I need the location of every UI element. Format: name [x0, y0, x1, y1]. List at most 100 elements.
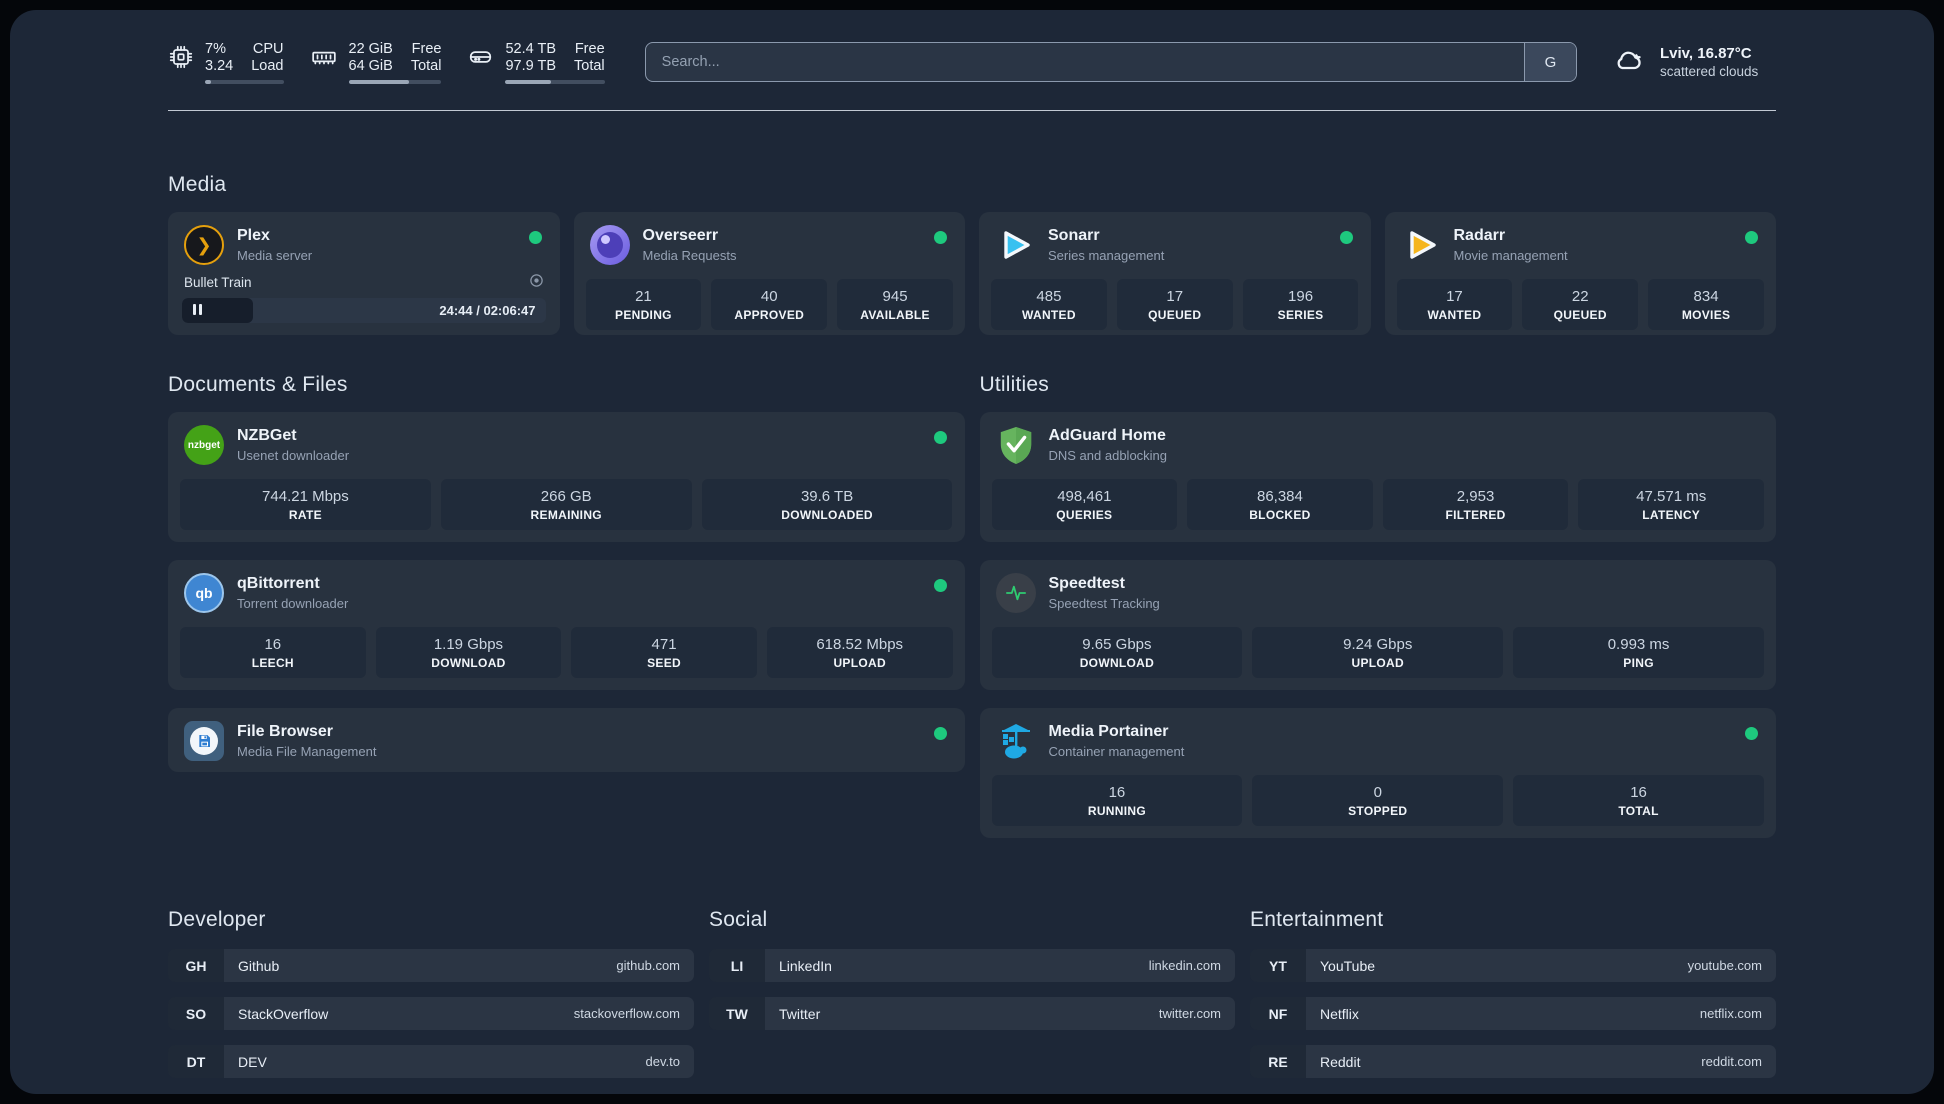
search-input[interactable] [644, 42, 1577, 82]
memory-free-label: Free [411, 40, 442, 57]
app-card-plex[interactable]: ❯ Plex Media server Bullet Train 24:44 /… [168, 212, 560, 335]
system-stats: 7% CPU 3.24 Load 22 GiB Free 64 GiB Tota… [168, 41, 605, 84]
radarr-icon [1401, 225, 1441, 265]
stat-stopped: 0 STOPPED [1252, 775, 1504, 826]
stat-total: 16 TOTAL [1513, 775, 1764, 826]
app-description: Usenet downloader [237, 448, 350, 463]
stat-upload: 9.24 Gbps UPLOAD [1252, 627, 1504, 678]
app-card-adguard[interactable]: AdGuard Home DNS and adblocking 498,461 Q… [979, 412, 1776, 542]
app-description: Torrent downloader [237, 596, 349, 611]
bookmark-abbr: TW [709, 997, 765, 1030]
app-card-filebrowser[interactable]: File Browser Media File Management [168, 708, 965, 772]
status-online-dot [933, 431, 947, 444]
app-description: Container management [1048, 744, 1185, 759]
bookmark-linkedin[interactable]: LI LinkedIn linkedin.com [709, 949, 1235, 982]
bookmark-twitter[interactable]: TW Twitter twitter.com [709, 997, 1235, 1030]
header-bar: 7% CPU 3.24 Load 22 GiB Free 64 GiB Tota… [168, 36, 1776, 88]
bookmark-netflix[interactable]: NF Netflix netflix.com [1250, 997, 1776, 1030]
app-card-portainer[interactable]: Media Portainer Container management 16 R… [979, 708, 1776, 838]
app-card-sonarr[interactable]: Sonarr Series management 485 WANTED 17 QUE… [979, 212, 1371, 335]
app-name: AdGuard Home [1048, 427, 1166, 444]
app-name: File Browser [237, 723, 334, 740]
disk-total-value: 97.9 TB [505, 57, 557, 74]
app-description: Speedtest Tracking [1048, 596, 1160, 611]
bookmark-youtube[interactable]: YT YouTube youtube.com [1250, 949, 1776, 982]
disk-icon [467, 41, 494, 75]
speedtest-icon [995, 573, 1036, 613]
disc-icon[interactable] [529, 273, 544, 291]
app-name: Sonarr [1048, 227, 1100, 244]
weather-widget: Lviv, 16.87°C scattered clouds [1611, 44, 1776, 81]
status-online-dot [1339, 231, 1353, 244]
stat-running: 16 RUNNING [991, 775, 1243, 826]
stat-download: 9.65 Gbps DOWNLOAD [991, 627, 1243, 678]
section-title-media: Media [168, 173, 227, 196]
dashboard-panel: 7% CPU 3.24 Load 22 GiB Free 64 GiB Tota… [10, 10, 1934, 1094]
bookmark-github[interactable]: GH Github github.com [168, 949, 694, 982]
app-card-speedtest[interactable]: Speedtest Speedtest Tracking 9.65 Gbps DO… [979, 560, 1776, 690]
app-name: Plex [237, 227, 270, 244]
stat-queued: 17 QUEUED [1116, 279, 1233, 330]
stat-approved: 40 APPROVED [711, 279, 828, 330]
stat-download: 1.19 Gbps DOWNLOAD [375, 627, 562, 678]
bookmark-abbr: NF [1250, 997, 1306, 1030]
cpu-load-label: Load [251, 57, 284, 74]
status-online-dot [1745, 727, 1758, 740]
stat-filtered: 2,953 FILTERED [1382, 479, 1569, 530]
memory-total-value: 64 GiB [348, 57, 393, 74]
disk-total-label: Total [574, 57, 605, 74]
stat-queries: 498,461 QUERIES [991, 479, 1178, 530]
app-card-radarr[interactable]: Radarr Movie management 17 WANTED 22 QUEUE… [1384, 212, 1776, 335]
disk-free-label: Free [574, 40, 605, 57]
playback-progress-bar[interactable]: 24:44 / 02:06:47 [182, 298, 546, 323]
disk-free-value: 52.4 TB [505, 40, 557, 57]
status-online-dot [934, 231, 947, 244]
bookmark-reddit[interactable]: RE Reddit reddit.com [1250, 1045, 1776, 1078]
header-divider [168, 110, 1776, 111]
weather-location: Lviv, 16.87°C [1660, 45, 1752, 62]
now-playing-widget: Bullet Train 24:44 / 02:06:47 [168, 273, 560, 335]
bookmark-abbr: YT [1250, 949, 1306, 982]
stat-wanted: 485 WANTED [991, 279, 1107, 330]
bookmark-dev[interactable]: DT DEV dev.to [168, 1045, 694, 1078]
app-name: Radarr [1453, 227, 1506, 244]
section-title-entertainment: Entertainment [1250, 908, 1384, 931]
app-name: Overseerr [642, 227, 719, 244]
app-card-qbittorrent[interactable]: qb qBittorrent Torrent downloader 16 LEEC… [168, 560, 965, 690]
bookmark-stackoverflow[interactable]: SO StackOverflow stackoverflow.com [168, 997, 694, 1030]
section-title-social: Social [709, 908, 768, 931]
cpu-usage-value: 7% [205, 40, 226, 57]
memory-icon [310, 41, 338, 75]
bookmark-abbr: RE [1250, 1045, 1306, 1078]
section-title-utilities: Utilities [979, 373, 1049, 396]
stat-series: 196 SERIES [1242, 279, 1359, 330]
status-online-dot [933, 579, 947, 592]
stat-leech: 16 LEECH [180, 627, 366, 678]
app-name: Media Portainer [1048, 723, 1169, 740]
cpu-load-value: 3.24 [205, 57, 234, 74]
bookmark-abbr: DT [168, 1045, 224, 1078]
section-title-documents: Documents & Files [168, 373, 348, 396]
disk-stat-widget: 52.4 TB Free 97.9 TB Total [467, 40, 605, 84]
app-description: DNS and adblocking [1048, 448, 1168, 463]
memory-progress-bar [348, 79, 442, 84]
app-description: Series management [1048, 248, 1165, 263]
bookmark-abbr: LI [709, 949, 765, 982]
search-engine-button[interactable]: G [1524, 43, 1576, 81]
stat-latency: 47.571 ms LATENCY [1578, 479, 1764, 530]
pause-icon[interactable] [193, 302, 205, 320]
search-bar: G [644, 42, 1577, 82]
stat-remaining: 266 GB REMAINING [440, 479, 692, 530]
overseerr-icon [589, 225, 630, 265]
portainer-icon [996, 721, 1036, 761]
now-playing-title: Bullet Train [184, 274, 252, 290]
app-description: Movie management [1453, 248, 1568, 263]
filebrowser-icon [184, 721, 224, 761]
playback-time: 24:44 / 02:06:47 [439, 303, 536, 318]
adguard-icon [996, 425, 1036, 465]
bookmark-abbr: SO [168, 997, 224, 1030]
stat-wanted: 17 WANTED [1396, 279, 1513, 330]
app-card-nzbget[interactable]: nzbget NZBGet Usenet downloader 744.21 M… [168, 412, 965, 542]
app-card-overseerr[interactable]: Overseerr Media Requests 21 PENDING 40 APP… [573, 212, 965, 335]
disk-progress-bar [505, 79, 605, 84]
